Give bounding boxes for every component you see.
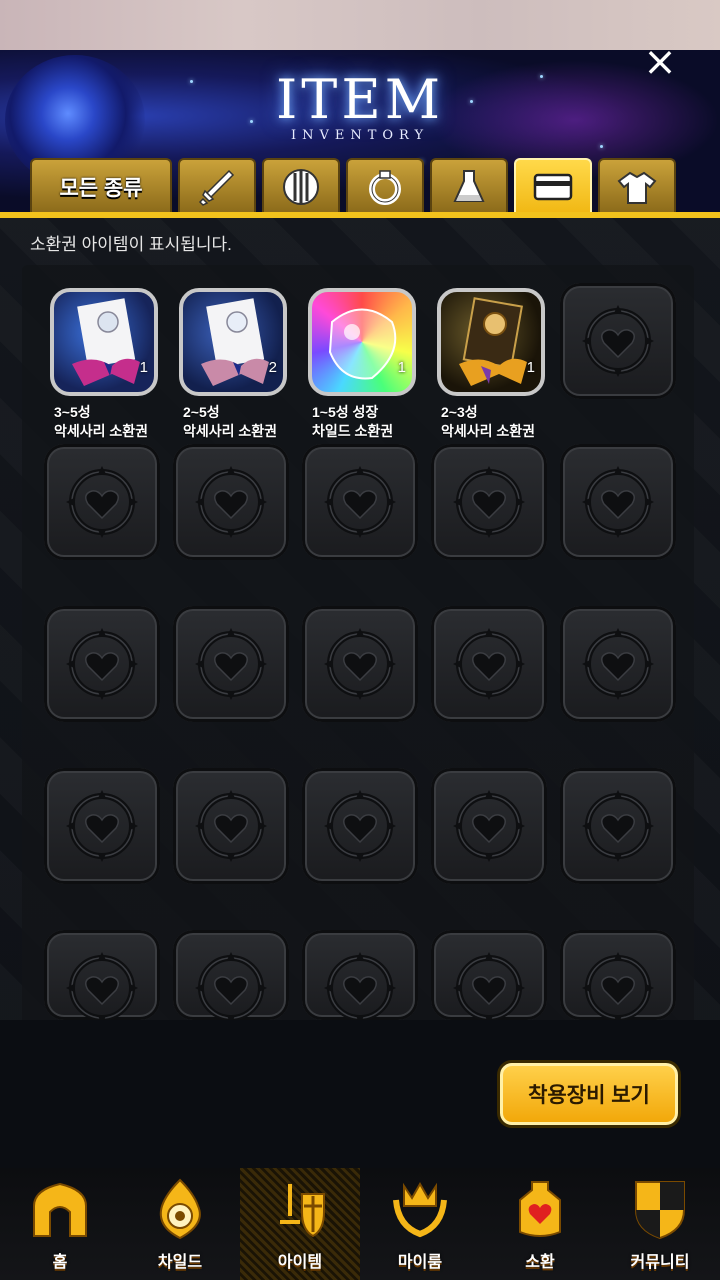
empty-slot	[560, 444, 676, 560]
item-label: 2~5성 악세사리 소환권	[183, 404, 278, 439]
heart-gear-icon	[324, 466, 396, 538]
item-label: 3~5성 악세사리 소환권	[54, 404, 149, 439]
heart-gear-icon	[66, 466, 138, 538]
heart-gear-icon	[582, 952, 654, 1024]
empty-slot	[431, 930, 547, 1024]
empty-slot	[302, 768, 418, 884]
nav-child[interactable]: 차일드	[120, 1168, 240, 1280]
nav-myroom[interactable]: 마이룸	[360, 1168, 480, 1280]
crown-icon	[393, 1181, 447, 1238]
empty-slot	[44, 606, 160, 722]
summon-icon	[519, 1181, 561, 1237]
empty-slot	[560, 768, 676, 884]
view-equipped-button[interactable]: 착용장비 보기	[500, 1063, 678, 1125]
empty-slot	[173, 930, 289, 1024]
heart-gear-icon	[324, 790, 396, 862]
empty-slot	[44, 768, 160, 884]
empty-slot	[560, 283, 676, 399]
tab-accessory[interactable]	[346, 158, 424, 213]
heart-gear-icon	[453, 628, 525, 700]
heart-gear-icon	[582, 466, 654, 538]
bottom-nav: 홈 차일드 아이템 마이룸 소환 커뮤니티	[0, 1168, 720, 1280]
flame-icon	[159, 1178, 201, 1240]
nav-community[interactable]: 커뮤니티	[600, 1168, 720, 1280]
tab-ticket[interactable]	[514, 158, 592, 213]
accessory-ticket-icon	[72, 298, 140, 386]
empty-slot	[173, 606, 289, 722]
nav-summon[interactable]: 소환	[480, 1168, 600, 1280]
page-subtitle: INVENTORY	[290, 128, 430, 143]
heart-gear-icon	[324, 628, 396, 700]
heart-gear-icon	[195, 952, 267, 1024]
empty-slot	[302, 930, 418, 1024]
heart-gear-icon	[453, 466, 525, 538]
flask-icon	[453, 169, 485, 202]
page-title: ITEM	[275, 68, 445, 131]
item-quantity: 1	[526, 359, 535, 376]
heart-gear-icon	[582, 628, 654, 700]
empty-slot	[302, 606, 418, 722]
heart-gear-icon	[324, 952, 396, 1024]
inventory-item[interactable]: 1	[50, 288, 158, 396]
tab-armor[interactable]	[262, 158, 340, 213]
heart-gear-icon	[66, 790, 138, 862]
rainbow-gem-icon	[328, 308, 397, 380]
heart-gear-icon	[453, 952, 525, 1024]
tab-consumable[interactable]	[430, 158, 508, 213]
compass-ticket-icon	[459, 297, 527, 386]
heart-gear-icon	[453, 790, 525, 862]
accessory-ticket-icon	[201, 298, 269, 386]
close-icon[interactable]: ×	[640, 50, 680, 82]
heart-gear-icon	[582, 305, 654, 377]
sword-icon	[198, 169, 235, 206]
empty-slot	[560, 930, 676, 1024]
item-quantity: 1	[139, 359, 148, 376]
heart-gear-icon	[66, 952, 138, 1024]
item-icon	[280, 1184, 325, 1238]
filter-hint: 소환권 아이템이 표시됩니다.	[30, 235, 232, 254]
empty-slot	[173, 768, 289, 884]
inventory-item[interactable]: 2	[179, 288, 287, 396]
empty-slot	[431, 606, 547, 722]
home-icon	[33, 1182, 87, 1237]
empty-slot	[431, 768, 547, 884]
tab-all[interactable]: 모든 종류	[30, 158, 172, 213]
heart-gear-icon	[195, 466, 267, 538]
heart-gear-icon	[582, 790, 654, 862]
empty-slot	[431, 444, 547, 560]
tab-costume[interactable]	[598, 158, 676, 213]
empty-slot	[173, 444, 289, 560]
item-quantity: 1	[397, 359, 406, 376]
empty-slot	[44, 444, 160, 560]
community-icon	[635, 1181, 685, 1240]
empty-slot	[302, 444, 418, 560]
heart-gear-icon	[195, 628, 267, 700]
empty-slot	[560, 606, 676, 722]
shirt-icon	[617, 171, 657, 204]
tab-weapon[interactable]	[178, 158, 256, 213]
category-tabs: 모든 종류	[30, 158, 676, 213]
status-bar	[0, 0, 720, 50]
nav-item[interactable]: 아이템	[240, 1168, 360, 1280]
ticket-icon	[533, 173, 573, 200]
inventory-item[interactable]: 1	[437, 288, 545, 396]
heart-gear-icon	[195, 790, 267, 862]
inventory-item[interactable]: 1	[308, 288, 416, 396]
nav-home[interactable]: 홈	[0, 1168, 120, 1280]
ring-icon	[369, 169, 401, 205]
item-label: 2~3성 악세사리 소환권	[441, 404, 536, 439]
empty-slot	[44, 930, 160, 1024]
heart-gear-icon	[66, 628, 138, 700]
item-quantity: 2	[268, 359, 277, 376]
item-label: 1~5성 성장 차일드 소환권	[312, 404, 394, 439]
shield-icon	[283, 168, 319, 205]
